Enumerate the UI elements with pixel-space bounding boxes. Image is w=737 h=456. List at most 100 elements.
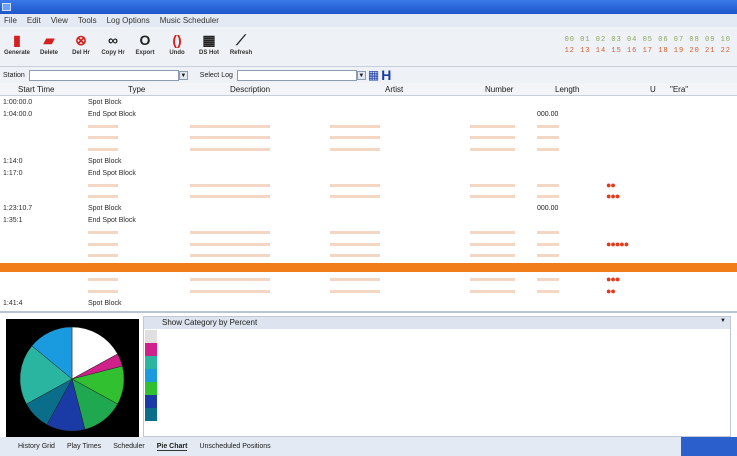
bottom-tabs: History Grid Play Times Scheduler Pie Chart… — [0, 437, 737, 456]
log-dropdown-icon[interactable]: ▼ — [356, 70, 366, 80]
faded-text — [330, 278, 380, 281]
faded-text — [470, 124, 515, 128]
toolbar-label: Undo — [169, 50, 185, 56]
tab-pie-chart[interactable]: Pie Chart — [156, 443, 188, 451]
table-row[interactable]: 1:14:0 Spot Block — [0, 157, 737, 166]
station-label: Station — [3, 71, 25, 79]
table-row[interactable] — [0, 263, 737, 273]
faded-text — [88, 124, 118, 128]
faded-text — [470, 278, 515, 281]
table-row[interactable]: ●● — [0, 286, 737, 296]
ds-hot-icon: ▦ — [202, 32, 216, 48]
table-row[interactable]: ●●● — [0, 192, 737, 201]
table-row[interactable]: ●●● — [0, 275, 737, 284]
legend-dropdown-icon[interactable]: ▼ — [720, 318, 726, 324]
pie-svg — [19, 326, 125, 432]
undo-button[interactable]: () Undo — [162, 30, 192, 64]
toolbar-label: Export — [135, 50, 155, 56]
menu-item-view[interactable]: View — [51, 16, 68, 25]
toolbar-label: Del Hr — [72, 50, 90, 56]
faded-text — [470, 183, 515, 187]
table-row[interactable]: 1:35:1 End Spot Block — [0, 216, 737, 225]
faded-text — [330, 124, 380, 128]
menu-item-edit[interactable]: Edit — [27, 16, 41, 25]
ds-hot-button[interactable]: ▦ DS Hot — [194, 30, 224, 64]
table-row[interactable] — [0, 251, 737, 260]
tab-unscheduled-positions[interactable]: Unscheduled Positions — [199, 443, 270, 450]
delete-icon: ▰ — [43, 32, 55, 48]
legend-title[interactable]: Show Category by Percent — [144, 317, 730, 329]
menu-bar: File Edit View Tools Log Options Music Schedu… — [0, 14, 737, 27]
table-row[interactable] — [0, 145, 737, 154]
tab-play-times[interactable]: Play Times — [67, 443, 101, 450]
table-row[interactable] — [0, 228, 737, 237]
table-row[interactable]: 1:23:10.7 Spot Block 000.00 — [0, 204, 737, 213]
faded-text — [330, 289, 380, 293]
table-row[interactable] — [0, 133, 737, 142]
menu-item-music-scheduler[interactable]: Music Scheduler — [160, 16, 219, 25]
table-row[interactable]: 1:41:4 Spot Block — [0, 299, 737, 308]
table-row[interactable]: 1:04:00.0 End Spot Block 000.00 — [0, 110, 737, 119]
column-header[interactable]: U — [650, 85, 656, 94]
refresh-button[interactable]: ⟋ Refresh — [226, 30, 256, 64]
legend-swatch — [145, 369, 157, 382]
menu-item-file[interactable]: File — [4, 16, 17, 25]
hour-grid-row-2[interactable]: 12 13 14 15 16 17 18 19 20 21 22 — [565, 46, 731, 57]
table-row[interactable]: ●●●●● — [0, 239, 737, 249]
faded-text — [88, 230, 118, 234]
toolbar: 00 01 02 03 04 05 06 07 08 09 10 12 13 1… — [0, 27, 737, 67]
legend-swatch — [145, 382, 157, 395]
table-row[interactable]: ●● — [0, 180, 737, 190]
legend-swatch — [145, 408, 157, 421]
copy-hr-button[interactable]: ∞ Copy Hr — [98, 30, 128, 64]
faded-text — [88, 148, 118, 152]
faded-text — [88, 254, 118, 258]
column-header[interactable]: Start Time — [18, 85, 54, 94]
table-row[interactable]: 1:00:00.0 Spot Block — [0, 98, 737, 107]
column-header[interactable]: Artist — [385, 85, 403, 94]
faded-text — [470, 148, 515, 152]
log-select[interactable] — [236, 69, 357, 81]
export-button[interactable]: O Export — [130, 30, 160, 64]
column-header[interactable]: Number — [485, 85, 513, 94]
table-row[interactable]: 1:17:0 End Spot Block — [0, 169, 737, 178]
legend-swatch — [145, 343, 157, 356]
column-header[interactable]: Type — [128, 85, 145, 94]
h-icon[interactable]: H — [381, 67, 391, 83]
menu-item-log-options[interactable]: Log Options — [107, 16, 150, 25]
export-icon: O — [139, 32, 151, 48]
legend-panel[interactable]: Show Category by Percent ▼ — [143, 316, 731, 437]
faded-text — [190, 230, 270, 234]
cell-time: 1:17:0 — [3, 169, 23, 177]
tab-scheduler[interactable]: Scheduler — [113, 443, 145, 450]
legend-swatch — [145, 395, 157, 408]
faded-text — [537, 289, 559, 293]
start-button[interactable] — [681, 437, 737, 456]
faded-text — [190, 254, 270, 258]
delete-button[interactable]: ▰ Delete — [34, 30, 64, 64]
faded-text — [190, 136, 270, 140]
station-select[interactable] — [28, 69, 179, 81]
faded-text — [88, 136, 118, 140]
hour-grid-row-1[interactable]: 00 01 02 03 04 05 06 07 08 09 10 — [565, 35, 731, 46]
selector-row: Station ▼ Select Log ▼ ▦ H — [0, 67, 737, 83]
tab-history-grid[interactable]: History Grid — [18, 443, 55, 450]
menu-item-tools[interactable]: Tools — [78, 16, 97, 25]
column-header[interactable]: Description — [230, 85, 270, 94]
column-header[interactable]: "Era" — [670, 85, 688, 94]
del-hour-icon: ⊗ — [75, 32, 87, 48]
del-hr-button[interactable]: ⊗ Del Hr — [66, 30, 96, 64]
column-header[interactable]: Length — [555, 85, 579, 94]
log-grid[interactable]: Start Time Type Description Artist Number Len… — [0, 83, 737, 311]
station-dropdown-icon[interactable]: ▼ — [178, 70, 188, 80]
select-log-label: Select Log — [199, 71, 233, 79]
pie-chart — [6, 319, 139, 437]
table-row[interactable] — [0, 122, 737, 131]
hour-grid[interactable]: 00 01 02 03 04 05 06 07 08 09 10 12 13 1… — [565, 35, 731, 57]
calendar-icon[interactable]: ▦ — [368, 68, 379, 82]
generate-button[interactable]: ▮ Generate — [2, 30, 32, 64]
cell-type: End Spot Block — [88, 169, 136, 177]
faded-text — [537, 183, 559, 187]
cell-dots: ●●● — [606, 191, 620, 202]
faded-text — [470, 254, 515, 258]
